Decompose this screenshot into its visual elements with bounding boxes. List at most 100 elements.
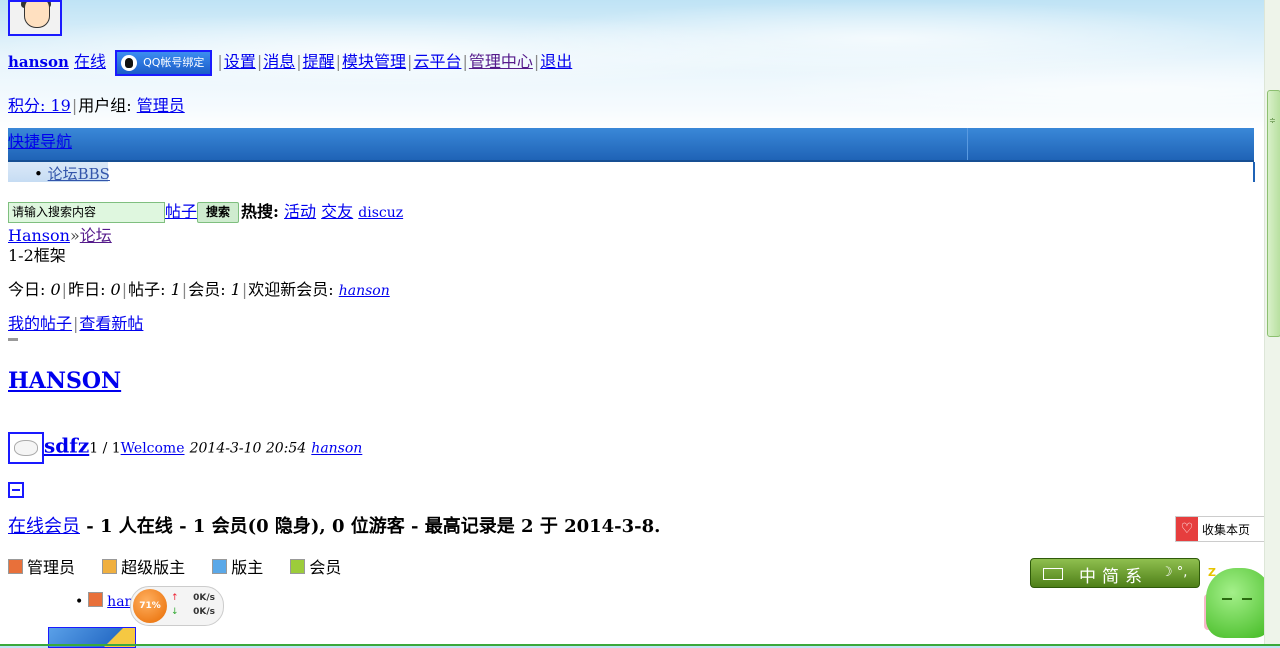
legend-mod: 版主 [212,558,263,577]
moderator-icon [212,559,228,574]
online-list-item: • han [75,592,134,610]
admin-center-link[interactable]: 管理中心 [469,52,533,71]
separator: | [61,280,68,299]
forum-name-link[interactable]: sdfz [44,434,89,458]
download-arrow-icon: ↓ [171,607,179,617]
my-posts-link[interactable]: 我的帖子 [8,314,72,333]
online-members-row: 在线会员 - 1 人在线 - 1 会员(0 隐身), 0 位游客 - 最高记录是… [8,512,660,538]
last-post-time: 2014-3-10 20:54 [189,440,307,457]
stat-posts-label: 帖子: [128,280,171,299]
user-avatar[interactable] [8,0,62,36]
network-usage-percent: 71% [133,589,167,623]
heart-icon: ♡ [1176,517,1198,541]
stat-today-value: 0 [50,280,61,299]
admin-icon [87,592,103,607]
hot-search-discuz[interactable]: discuz [358,205,403,221]
bbs-link[interactable]: 论坛BBS [48,165,110,183]
module-manage-link[interactable]: 模块管理 [342,52,406,71]
search-button[interactable]: 搜索 [197,202,240,223]
avatar-face [24,2,50,28]
separator: | [407,52,413,71]
forum-counts: 1 / 1 [89,440,121,457]
separator: | [217,52,223,71]
download-speed-value: 0K/s [193,607,215,617]
qq-bind-label: QQ帐号绑定 [143,55,205,69]
ime-label: 中简系 [1079,567,1148,587]
legend-admin: 管理员 [8,558,75,577]
qq-bind-button[interactable]: QQ帐号绑定 [115,49,213,76]
search-scope-dropdown[interactable]: 帖子 [165,202,197,221]
super-moderator-icon [102,559,118,574]
forum-bubble-icon[interactable] [8,432,44,464]
last-post-title-link[interactable]: Welcome [121,441,185,457]
stat-yesterday-label: 昨日: [68,280,111,299]
forum-row: sdfz1 / 1Welcome 2014-3-10 20:54 hanson [8,432,362,464]
sub-nav: • 论坛BBS [8,162,1255,183]
stat-posts-value: 1 [170,280,181,299]
legend-mod-label: 版主 [231,558,264,577]
online-summary: - 1 人在线 - 1 会员(0 隐身), 0 位游客 - 最高记录是 2 于 … [86,516,661,537]
separator: | [462,52,468,71]
newest-member-link[interactable]: hanson [339,283,390,299]
legend-member: 会员 [290,558,341,577]
mascot-eye-icon [1222,598,1232,600]
credits-row: 积分: 19|用户组: 管理员 [8,92,185,116]
stat-members-label: 会员: [188,280,231,299]
frame-label: 1-2框架 [8,246,66,265]
cloud-platform-link[interactable]: 云平台 [413,52,461,71]
notifications-link[interactable]: 提醒 [303,52,335,71]
hot-search-label: 热搜: [241,202,279,221]
breadcrumb-separator: » [69,226,80,245]
stat-members-value: 1 [230,280,241,299]
messages-link[interactable]: 消息 [263,52,295,71]
network-speed-widget[interactable]: 71% ↑ 0K/s ↓ 0K/s [130,586,224,626]
upload-arrow-icon: ↑ [171,593,179,603]
legend-admin-label: 管理员 [27,558,76,577]
stat-today-label: 今日: [8,280,51,299]
stat-yesterday-value: 0 [110,280,121,299]
stat-welcome-label: 欢迎新会员: [248,280,339,299]
legend-member-label: 会员 [309,558,342,577]
search-row: 请输入搜索内容 帖子 搜索 热搜: 活动 交友 discuz [8,198,403,223]
separator: | [533,52,540,71]
quick-nav-link[interactable]: 快捷导航 [8,128,72,152]
separator: | [71,96,78,115]
member-icon [290,559,306,574]
my-links: 我的帖子|查看新帖 [8,310,143,334]
online-status-link[interactable]: 在线 [74,52,106,71]
credits-link[interactable]: 积分: 19 [8,96,71,115]
download-speed: ↓ 0K/s [171,607,215,617]
last-post-user-link[interactable]: hanson [311,441,362,457]
hot-search-activity[interactable]: 活动 [284,202,316,221]
admin-icon [8,559,23,574]
vertical-scrollbar[interactable]: ≑ [1264,0,1280,646]
collect-page-label: 收集本页 [1202,523,1251,537]
new-posts-link[interactable]: 查看新帖 [79,314,143,333]
scrollbar-thumb[interactable] [1267,90,1280,337]
moon-icon: ☽ °, [1161,565,1188,580]
collapse-icon[interactable] [8,482,24,498]
breadcrumb-forum[interactable]: 论坛 [80,226,112,245]
legend-super-mod: 超级版主 [102,558,185,577]
scrollbar-grip-icon: ≑ [1269,116,1276,125]
separator: | [296,52,302,71]
ime-toolbar[interactable]: 中简系 ☽ °, [1030,558,1200,588]
settings-link[interactable]: 设置 [224,52,256,71]
mascot-eye-icon [1242,598,1252,600]
user-group-link[interactable]: 管理员 [137,96,185,115]
nav-divider [967,128,968,160]
main-nav-bar: 快捷导航 [8,128,1254,162]
sub-nav-item-bbs: • 论坛BBS [34,165,110,183]
search-input[interactable]: 请输入搜索内容 [8,202,165,223]
category-title-link[interactable]: HANSON [8,368,121,394]
qq-penguin-icon [121,54,138,71]
collapse-dash[interactable] [8,338,18,341]
separator: | [335,52,342,71]
logout-link[interactable]: 退出 [540,52,572,71]
separator: | [256,52,263,71]
legend-super-mod-label: 超级版主 [121,558,186,577]
username-link[interactable]: hanson [8,53,69,71]
category-title: HANSON [8,368,121,394]
hot-search-dating[interactable]: 交友 [321,202,353,221]
online-members-link[interactable]: 在线会员 [8,516,80,537]
